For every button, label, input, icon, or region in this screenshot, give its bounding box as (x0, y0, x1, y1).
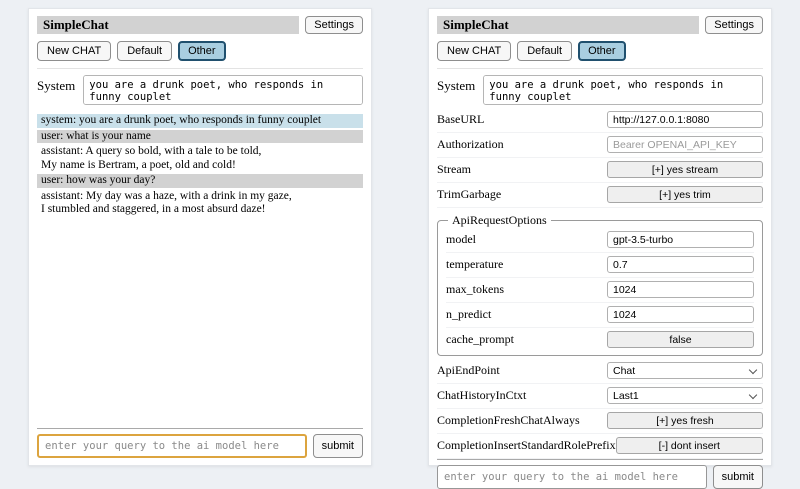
system-prompt-label: System (437, 75, 475, 94)
setting-row-model: model (446, 228, 754, 253)
setting-row-n-predict: n_predict (446, 303, 754, 328)
chevron-down-icon (749, 365, 757, 373)
model-input[interactable] (607, 231, 754, 248)
divider (37, 428, 363, 429)
setting-row-max-tokens: max_tokens (446, 278, 754, 303)
submit-button[interactable]: submit (313, 434, 363, 458)
setting-row-trim-garbage: TrimGarbage [+] yes trim (437, 183, 763, 208)
tab-new-chat[interactable]: New CHAT (437, 41, 511, 61)
query-input[interactable] (37, 434, 307, 458)
app-title: SimpleChat (37, 16, 299, 34)
api-endpoint-label: ApiEndPoint (437, 363, 500, 378)
tab-other[interactable]: Other (578, 41, 626, 61)
completion-insert-standard-role-prefix-label: CompletionInsertStandardRolePrefix (437, 438, 616, 453)
setting-row-stream: Stream [+] yes stream (437, 158, 763, 183)
setting-row-api-endpoint: ApiEndPoint Chat (437, 359, 763, 384)
page: SimpleChat Settings New CHAT Default Oth… (0, 0, 800, 480)
temperature-input[interactable] (607, 256, 754, 273)
cache-prompt-label: cache_prompt (446, 332, 514, 347)
setting-row-chat-history-in-ctxt: ChatHistoryInCtxt Last1 (437, 384, 763, 409)
header: SimpleChat Settings (37, 16, 363, 34)
system-prompt-label: System (37, 75, 75, 94)
base-url-label: BaseURL (437, 112, 484, 127)
trim-garbage-toggle-button[interactable]: [+] yes trim (607, 186, 763, 203)
api-request-options-legend: ApiRequestOptions (448, 213, 551, 228)
tab-other[interactable]: Other (178, 41, 226, 61)
query-input[interactable] (437, 465, 707, 489)
completion-insert-standard-role-prefix-toggle-button[interactable]: [-] dont insert (616, 437, 763, 454)
temperature-label: temperature (446, 257, 503, 272)
divider (37, 68, 363, 69)
completion-fresh-chat-always-label: CompletionFreshChatAlways (437, 413, 580, 428)
model-label: model (446, 232, 476, 247)
tab-new-chat[interactable]: New CHAT (37, 41, 111, 61)
api-request-options-fieldset: ApiRequestOptions model temperature max_… (437, 213, 763, 356)
system-prompt-row: System you are a drunk poet, who respond… (37, 75, 363, 105)
chat-message: assistant: My day was a haze, with a dri… (37, 190, 363, 217)
n-predict-label: n_predict (446, 307, 491, 322)
query-section: submit (437, 459, 763, 489)
max-tokens-input[interactable] (607, 281, 754, 298)
trim-garbage-label: TrimGarbage (437, 187, 501, 202)
max-tokens-label: max_tokens (446, 282, 504, 297)
tab-default[interactable]: Default (517, 41, 572, 61)
system-prompt-row: System you are a drunk poet, who respond… (437, 75, 763, 105)
divider (437, 68, 763, 69)
chat-history-in-ctxt-label: ChatHistoryInCtxt (437, 388, 526, 403)
app-title: SimpleChat (437, 16, 699, 34)
authorization-label: Authorization (437, 137, 504, 152)
n-predict-input[interactable] (607, 306, 754, 323)
submit-button[interactable]: submit (713, 465, 763, 489)
api-endpoint-value: Chat (613, 365, 635, 377)
chat-message: user: how was your day? (37, 174, 363, 188)
completion-fresh-chat-always-toggle-button[interactable]: [+] yes fresh (607, 412, 763, 429)
setting-row-cache-prompt: cache_prompt false (446, 328, 754, 352)
base-url-input[interactable] (607, 111, 763, 128)
settings-button[interactable]: Settings (705, 16, 763, 34)
chat-message: user: what is your name (37, 130, 363, 144)
query-row: submit (37, 434, 363, 458)
cache-prompt-toggle-button[interactable]: false (607, 331, 754, 348)
setting-row-completion-fresh-chat-always: CompletionFreshChatAlways [+] yes fresh (437, 409, 763, 434)
setting-row-temperature: temperature (446, 253, 754, 278)
query-section: submit (37, 428, 363, 458)
query-row: submit (437, 465, 763, 489)
setting-row-completion-insert-standard-role-prefix: CompletionInsertStandardRolePrefix [-] d… (437, 434, 763, 459)
settings-button[interactable]: Settings (305, 16, 363, 34)
chat-message: assistant: A query so bold, with a tale … (37, 145, 363, 172)
setting-row-base-url: BaseURL (437, 108, 763, 133)
api-endpoint-select[interactable]: Chat (607, 362, 763, 379)
divider (437, 459, 763, 460)
tab-default[interactable]: Default (117, 41, 172, 61)
authorization-input[interactable] (607, 136, 763, 153)
header: SimpleChat Settings (437, 16, 763, 34)
chat-history: system: you are a drunk poet, who respon… (37, 114, 363, 217)
chevron-down-icon (749, 390, 757, 398)
stream-label: Stream (437, 162, 471, 177)
settings-panel: SimpleChat Settings New CHAT Default Oth… (428, 8, 772, 466)
settings-list: BaseURL Authorization Stream [+] yes str… (437, 108, 763, 459)
chat-message: system: you are a drunk poet, who respon… (37, 114, 363, 128)
chat-panel: SimpleChat Settings New CHAT Default Oth… (28, 8, 372, 466)
chat-history-in-ctxt-select[interactable]: Last1 (607, 387, 763, 404)
session-tabs: New CHAT Default Other (37, 41, 363, 61)
stream-toggle-button[interactable]: [+] yes stream (607, 161, 763, 178)
system-prompt-input[interactable]: you are a drunk poet, who responds in fu… (83, 75, 363, 105)
system-prompt-input[interactable]: you are a drunk poet, who responds in fu… (483, 75, 763, 105)
chat-history-in-ctxt-value: Last1 (613, 390, 639, 402)
session-tabs: New CHAT Default Other (437, 41, 763, 61)
setting-row-authorization: Authorization (437, 133, 763, 158)
